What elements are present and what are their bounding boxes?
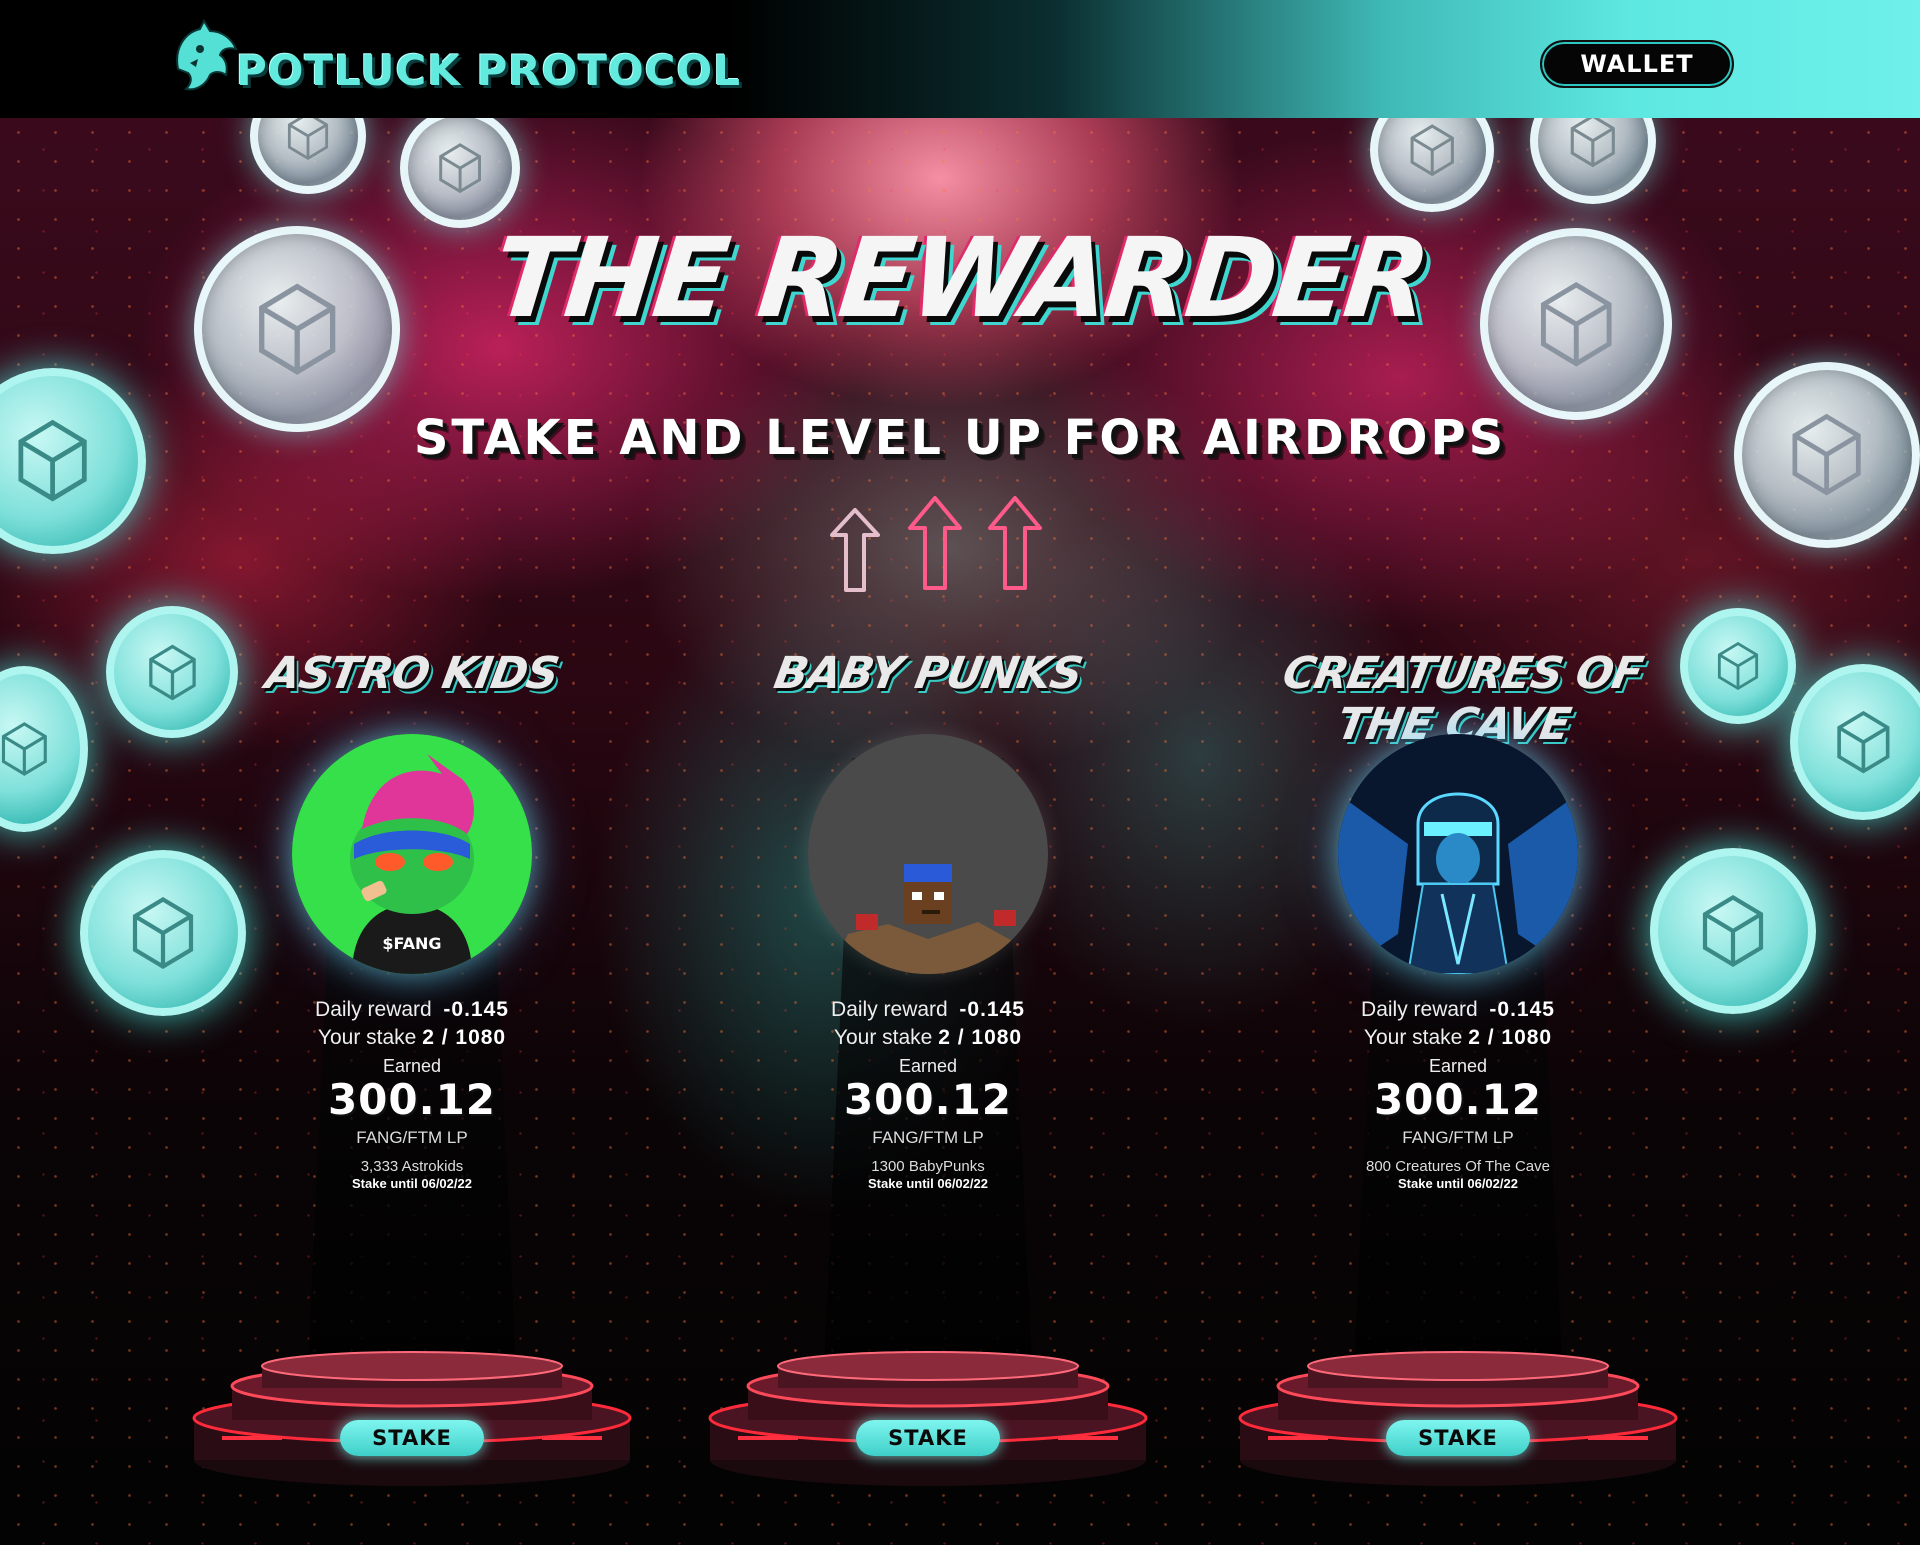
collection-size: 3,333 Astrokids — [360, 1158, 464, 1175]
daily-reward-label: Daily reward — [831, 998, 948, 1021]
earned-value: 300.12 — [843, 1075, 1013, 1124]
stake-until: Stake until 06/02/22 — [1398, 1176, 1518, 1191]
lp-token-label: FANG/FTM LP — [356, 1128, 468, 1147]
stake-value: 2 / 1080 — [938, 1026, 1023, 1049]
podium-base — [708, 1351, 1148, 1486]
stake-value: 2 / 1080 — [1468, 1026, 1553, 1049]
daily-reward-label: Daily reward — [315, 998, 432, 1021]
earned-label: Earned — [382, 1056, 442, 1076]
stake-label: Your stake — [1363, 1026, 1463, 1049]
stake-button[interactable]: STAKE — [856, 1420, 1000, 1456]
earned-value: 300.12 — [327, 1075, 497, 1124]
podium-base — [192, 1351, 632, 1486]
bat-logo-icon — [176, 19, 238, 91]
stake-label: Your stake — [317, 1026, 417, 1049]
daily-reward-value: -0.145 — [443, 998, 509, 1021]
collection-size: 800 Creatures Of The Cave — [1366, 1158, 1550, 1175]
wallet-button[interactable]: WALLET — [1540, 40, 1734, 88]
page-title: THE REWARDER — [487, 214, 1433, 342]
earned-label: Earned — [1428, 1056, 1488, 1076]
pool-card-baby-punks: BABY PUNKS Daily reward -0.145 Your stak… — [698, 648, 1158, 1508]
pool-stats: Daily reward -0.145 Your stake 2 / 1080 … — [182, 996, 642, 1191]
main-scene: THE REWARDER STAKE AND LEVEL UP FOR AIRD… — [0, 118, 1920, 1545]
pool-stats: Daily reward -0.145 Your stake 2 / 1080 … — [698, 996, 1158, 1191]
nft-avatar-baby-punk — [808, 734, 1048, 974]
pool-card-astro-kids: ASTRO KIDS $FANG Daily reward -0.145 You… — [182, 648, 642, 1508]
daily-reward-value: -0.145 — [1489, 998, 1555, 1021]
podium-base — [1238, 1351, 1678, 1486]
page-subtitle: STAKE AND LEVEL UP FOR AIRDROPS — [413, 410, 1507, 466]
pool-card-creatures-of-the-cave: CREATURES OF THE CAVE Daily reward -0.14… — [1228, 648, 1688, 1508]
stake-value: 2 / 1080 — [422, 1026, 507, 1049]
daily-reward-value: -0.145 — [959, 998, 1025, 1021]
brand-name: POTLUCK PROTOCOL — [236, 45, 741, 95]
stake-until: Stake until 06/02/22 — [352, 1176, 472, 1191]
nft-avatar-cave-creature — [1338, 734, 1578, 974]
collection-size: 1300 BabyPunks — [871, 1158, 985, 1175]
daily-reward-label: Daily reward — [1361, 998, 1478, 1021]
stake-until: Stake until 06/02/22 — [868, 1176, 988, 1191]
lp-token-label: FANG/FTM LP — [1402, 1128, 1514, 1147]
stake-label: Your stake — [833, 1026, 933, 1049]
pool-title: BABY PUNKS — [770, 648, 1086, 699]
svg-text:$FANG: $FANG — [382, 934, 441, 953]
top-bar: POTLUCK PROTOCOL WALLET — [0, 0, 1920, 118]
nft-avatar-astro-kid: $FANG — [292, 734, 532, 974]
pool-stats: Daily reward -0.145 Your stake 2 / 1080 … — [1228, 996, 1688, 1191]
up-arrow-icon — [830, 496, 1042, 592]
earned-value: 300.12 — [1373, 1075, 1543, 1124]
earned-label: Earned — [898, 1056, 958, 1076]
brand-logo[interactable]: POTLUCK PROTOCOL — [170, 14, 741, 104]
lp-token-label: FANG/FTM LP — [872, 1128, 984, 1147]
stake-button[interactable]: STAKE — [1386, 1420, 1530, 1456]
stake-button[interactable]: STAKE — [340, 1420, 484, 1456]
pool-title: ASTRO KIDS — [261, 648, 563, 699]
fantom-coin-icon — [1680, 608, 1796, 724]
